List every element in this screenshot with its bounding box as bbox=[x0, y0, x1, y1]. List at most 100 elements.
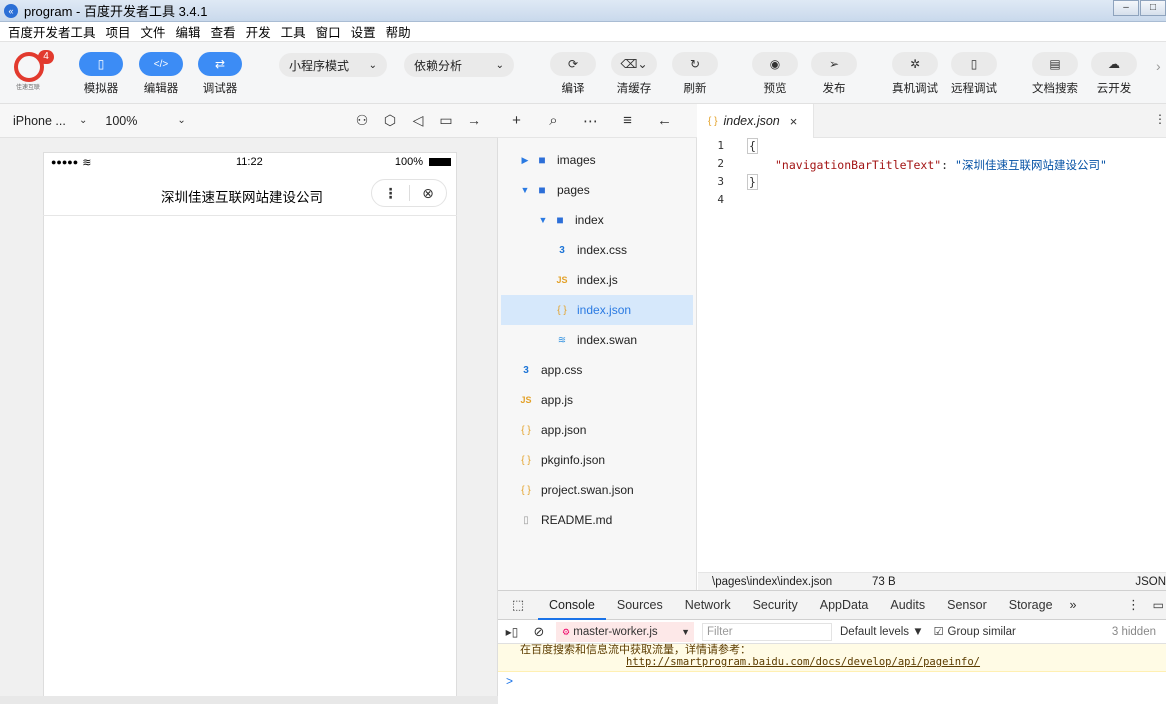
tree-item[interactable]: ▯ README.md bbox=[501, 505, 693, 535]
tab-console[interactable]: Console bbox=[538, 590, 606, 620]
menu-tools[interactable]: 工具 bbox=[281, 22, 306, 41]
chevron-down-icon[interactable]: ⌄ bbox=[177, 115, 185, 126]
tree-item[interactable]: JS index.js bbox=[501, 265, 693, 295]
collapse-icon[interactable]: ≡ bbox=[609, 112, 646, 129]
clear-cache-button[interactable]: ⌫⌄ 清缓存 bbox=[609, 52, 659, 96]
tree-item[interactable]: ▶ ■ images bbox=[501, 145, 693, 175]
code-editor[interactable] bbox=[698, 104, 1166, 572]
js-file-icon: JS bbox=[520, 395, 532, 405]
phone-icon: ▯ bbox=[97, 57, 105, 71]
tree-item[interactable]: JS app.js bbox=[501, 385, 693, 415]
menu-edit[interactable]: 编辑 bbox=[176, 22, 201, 41]
debugger-button[interactable]: ⇄ 调试器 bbox=[195, 52, 245, 96]
tree-item[interactable]: { } app.json bbox=[501, 415, 693, 445]
menu-develop[interactable]: 开发 bbox=[246, 22, 271, 41]
tree-item-selected[interactable]: { } index.json bbox=[501, 295, 693, 325]
add-icon[interactable]: + bbox=[498, 112, 535, 129]
code-line-2: "navigationBarTitleText": "深圳佳速互联网站建设公司" bbox=[775, 158, 1107, 172]
more-icon[interactable]: ⋮ bbox=[1127, 597, 1140, 613]
device-debug-button[interactable]: ✲ 真机调试 bbox=[890, 52, 940, 96]
levels-select[interactable]: Default levels ▼ bbox=[840, 626, 924, 638]
status-time: 11:22 bbox=[236, 156, 263, 168]
user-avatar[interactable]: 4 佳速互联 bbox=[14, 50, 54, 91]
dock-icon[interactable]: ▭ bbox=[1153, 598, 1164, 612]
file-path: \pages\index\index.json bbox=[712, 575, 833, 588]
chevron-down-icon[interactable]: ⌄ bbox=[79, 115, 87, 126]
chevron-right-icon[interactable]: ▶ bbox=[519, 155, 531, 166]
more-tabs-icon[interactable]: » bbox=[1064, 590, 1083, 620]
menu-help[interactable]: 帮助 bbox=[386, 22, 411, 41]
wifi-icon: ≋ bbox=[82, 156, 92, 169]
user-icon[interactable]: ⚇ bbox=[348, 112, 376, 129]
context-select[interactable]: ⚙ master-worker.js ▼ bbox=[556, 621, 694, 642]
tree-item[interactable]: { } pkginfo.json bbox=[501, 445, 693, 475]
inspect-icon[interactable]: ⬚ bbox=[498, 597, 538, 613]
tab-sensor[interactable]: Sensor bbox=[936, 590, 998, 620]
minimize-button[interactable]: – bbox=[1113, 0, 1139, 16]
menu-view[interactable]: 查看 bbox=[211, 22, 236, 41]
mode-select[interactable]: 小程序模式 ⌄ bbox=[279, 53, 387, 77]
tree-item[interactable]: 3 index.css bbox=[501, 235, 693, 265]
menu-window[interactable]: 窗口 bbox=[316, 22, 341, 41]
language-mode[interactable]: JSON bbox=[1135, 576, 1166, 588]
gear-icon: ⚙ bbox=[562, 626, 571, 637]
filter-input[interactable]: Filter bbox=[702, 622, 832, 641]
tree-item[interactable]: ▼ ■ index bbox=[501, 205, 693, 235]
arrow-left-icon[interactable]: ← bbox=[646, 112, 683, 129]
compile-button[interactable]: ⟳ 编译 bbox=[548, 52, 598, 96]
close-circle-icon[interactable]: ⊗ bbox=[410, 185, 446, 202]
phone-status-bar: ●●●●● ≋ 11:22 100% bbox=[43, 152, 457, 172]
cube-icon[interactable]: ⬡ bbox=[376, 112, 404, 129]
folder-icon: ■ bbox=[538, 153, 546, 167]
tab-security[interactable]: Security bbox=[742, 590, 809, 620]
menu-settings[interactable]: 设置 bbox=[351, 22, 376, 41]
close-icon[interactable]: × bbox=[790, 114, 798, 129]
simulator-button[interactable]: ▯ 模拟器 bbox=[76, 52, 126, 96]
code-line-3: } bbox=[747, 174, 758, 190]
preview-button[interactable]: ◉ 预览 bbox=[750, 52, 800, 96]
more-icon[interactable]: ⋮ bbox=[1154, 112, 1166, 126]
dependency-select[interactable]: 依赖分析 ⌄ bbox=[404, 53, 514, 77]
remote-debug-button[interactable]: ▯ 远程调试 bbox=[949, 52, 999, 96]
battery-icon bbox=[429, 158, 451, 166]
menu-devtools[interactable]: 百度开发者工具 bbox=[8, 22, 96, 41]
cloud-dev-button[interactable]: ☁ 云开发 bbox=[1089, 52, 1139, 96]
refresh-button[interactable]: ↻ 刷新 bbox=[670, 52, 720, 96]
editor-button[interactable]: </> 编辑器 bbox=[136, 52, 186, 96]
group-similar-checkbox[interactable]: ☑ bbox=[934, 625, 944, 638]
tree-item[interactable]: { } project.swan.json bbox=[501, 475, 693, 505]
phone-screen[interactable] bbox=[43, 152, 457, 700]
tab-network[interactable]: Network bbox=[674, 590, 742, 620]
tab-storage[interactable]: Storage bbox=[998, 590, 1064, 620]
sidebar-toggle-icon[interactable]: ▸▯ bbox=[498, 625, 526, 639]
device-select[interactable]: iPhone ... bbox=[13, 114, 79, 128]
maximize-button[interactable]: □ bbox=[1140, 0, 1166, 16]
menu-file[interactable]: 文件 bbox=[141, 22, 166, 41]
tab-audits[interactable]: Audits bbox=[879, 590, 936, 620]
speaker-icon[interactable]: ◁ bbox=[404, 112, 432, 129]
editor-tab-index-json[interactable]: { } index.json × bbox=[698, 104, 814, 138]
chevron-right-icon[interactable]: › bbox=[1156, 58, 1161, 74]
console-prompt[interactable]: > bbox=[498, 672, 1166, 704]
editor-status-bar: \pages\index\index.json 73 B JSON bbox=[698, 572, 1166, 590]
chevron-down-icon[interactable]: ▼ bbox=[537, 215, 549, 225]
js-file-icon: JS bbox=[556, 275, 568, 285]
swan-file-icon: ≋ bbox=[557, 334, 567, 346]
tab-appdata[interactable]: AppData bbox=[809, 590, 880, 620]
search-icon[interactable]: ⌕ bbox=[535, 112, 572, 129]
more-icon[interactable]: ⋮ bbox=[372, 185, 409, 202]
tab-sources[interactable]: Sources bbox=[606, 590, 674, 620]
chevron-down-icon[interactable]: ▼ bbox=[519, 185, 531, 195]
menu-project[interactable]: 项目 bbox=[106, 22, 131, 41]
publish-button[interactable]: ➢ 发布 bbox=[809, 52, 859, 96]
doc-search-button[interactable]: ▤ 文档搜索 bbox=[1030, 52, 1080, 96]
tree-item[interactable]: ≋ index.swan bbox=[501, 325, 693, 355]
zoom-select[interactable]: 100% bbox=[105, 114, 177, 128]
clear-console-icon[interactable]: ⊘ bbox=[526, 624, 552, 640]
tree-item[interactable]: ▼ ■ pages bbox=[501, 175, 693, 205]
arrow-right-icon[interactable]: → bbox=[460, 112, 488, 129]
warning-link[interactable]: http://smartprogram.baidu.com/docs/devel… bbox=[626, 656, 980, 668]
more-horizontal-icon[interactable]: ⋯ bbox=[572, 112, 609, 130]
tree-item[interactable]: 3 app.css bbox=[501, 355, 693, 385]
rotate-device-icon[interactable]: ▭ bbox=[432, 112, 460, 129]
